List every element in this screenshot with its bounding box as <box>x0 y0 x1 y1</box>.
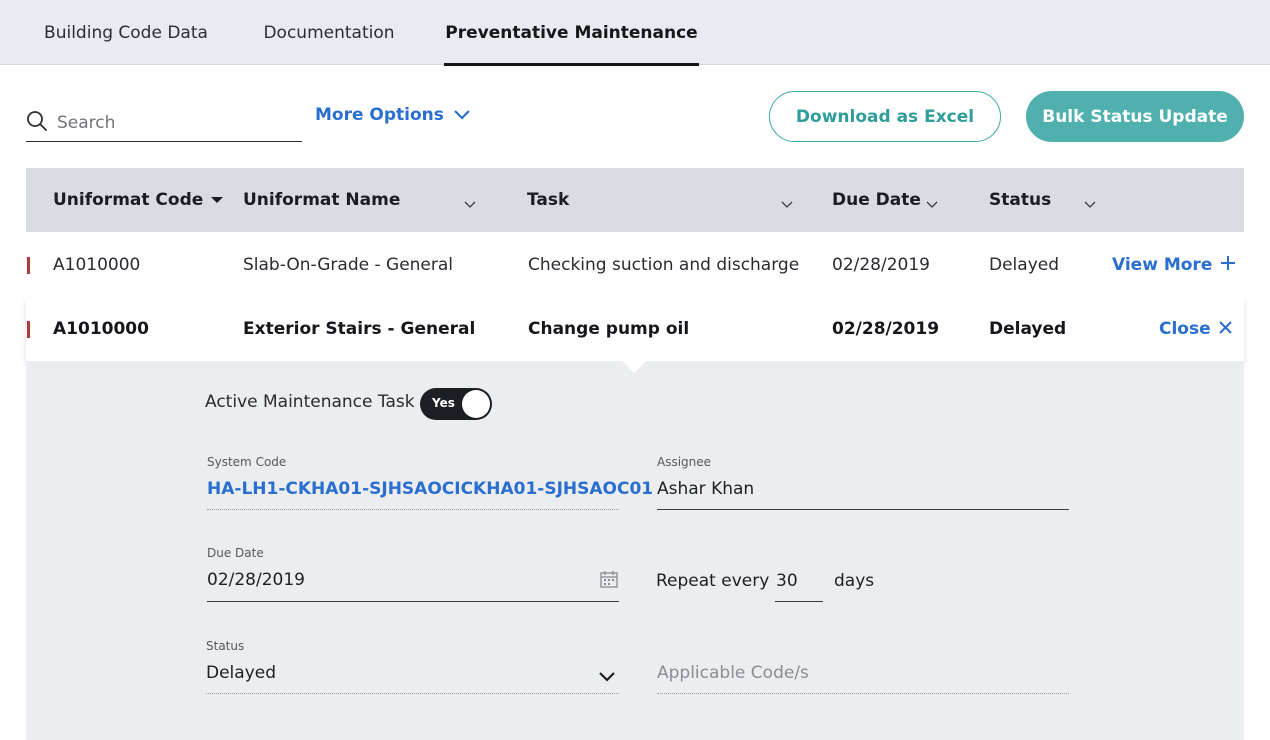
search-icon <box>26 110 48 136</box>
chevron-down-icon <box>444 105 470 125</box>
column-header-label: Uniformat Name <box>243 190 401 210</box>
table-row[interactable]: A1010000 Slab-On-Grade - General Checkin… <box>26 233 1244 297</box>
sort-caret-icon <box>211 197 224 203</box>
system-code-label: System Code <box>207 455 287 469</box>
column-header-label: Due Date <box>832 190 921 210</box>
tab-preventative-maintenance[interactable]: Preventative Maintenance <box>444 0 699 66</box>
system-code-underline <box>207 509 619 510</box>
cell-due-date: 02/28/2019 <box>832 255 930 275</box>
status-underline <box>206 693 619 694</box>
chevron-down-icon <box>926 194 938 214</box>
due-date-label: Due Date <box>207 546 264 560</box>
system-code-link[interactable]: HA-LH1-CKHA01-SJHSAOCICKHA01-SJHSAOC01 <box>207 479 653 499</box>
close-button[interactable]: Close <box>1159 297 1232 361</box>
view-more-button[interactable]: View More <box>1112 233 1236 297</box>
repeat-days-underline <box>775 601 823 602</box>
cell-uniformat-code: A1010000 <box>53 255 141 275</box>
column-header-status[interactable]: Status <box>989 168 1129 232</box>
due-date-field[interactable]: 02/28/2019 <box>207 570 305 590</box>
column-header-label: Task <box>527 190 570 210</box>
plus-icon <box>1212 255 1236 276</box>
cell-uniformat-code: A1010000 <box>53 319 149 339</box>
chevron-down-icon <box>781 194 793 214</box>
active-task-label: Active Maintenance Task <box>205 392 415 412</box>
tab-building-code-data[interactable]: Building Code Data <box>30 0 222 65</box>
assignee-label: Assignee <box>657 455 712 469</box>
download-excel-button[interactable]: Download as Excel <box>769 91 1001 142</box>
chevron-down-icon[interactable] <box>598 668 616 687</box>
column-header-uniformat-name[interactable]: Uniformat Name <box>243 168 498 232</box>
tab-documentation[interactable]: Documentation <box>244 0 414 65</box>
applicable-codes-field[interactable]: Applicable Code/s <box>657 663 809 683</box>
repeat-every-label: Repeat every <box>656 571 770 591</box>
view-more-label: View More <box>1112 255 1213 275</box>
status-select[interactable]: Delayed <box>206 663 276 683</box>
assignee-underline <box>657 509 1069 510</box>
detail-pointer <box>622 361 646 373</box>
chevron-down-icon <box>1084 194 1096 214</box>
cell-status: Delayed <box>989 319 1067 339</box>
calendar-icon[interactable] <box>599 569 619 593</box>
column-header-label: Status <box>989 190 1052 210</box>
column-header-label: Uniformat Code <box>53 190 204 210</box>
chevron-down-icon <box>464 194 476 214</box>
cell-task: Checking suction and discharge <box>528 255 800 275</box>
cell-task: Change pump oil <box>528 319 690 339</box>
cell-uniformat-name: Slab-On-Grade - General <box>243 255 454 275</box>
applicable-codes-underline <box>657 693 1069 694</box>
more-options-button[interactable]: More Options <box>315 101 470 129</box>
toggle-knob <box>462 390 490 418</box>
column-header-uniformat-code[interactable]: Uniformat Code <box>53 168 224 232</box>
search-input[interactable] <box>57 112 287 133</box>
row-status-marker <box>27 257 30 274</box>
search-box <box>26 104 302 142</box>
active-task-toggle[interactable]: Yes <box>420 388 492 420</box>
row-status-marker <box>27 321 30 338</box>
assignee-field[interactable]: Ashar Khan <box>657 479 754 499</box>
table-row-expanded[interactable]: A1010000 Exterior Stairs - General Chang… <box>26 297 1244 361</box>
cell-due-date: 02/28/2019 <box>832 319 940 339</box>
status-label: Status <box>206 639 245 653</box>
close-icon <box>1211 319 1232 339</box>
close-label: Close <box>1159 319 1211 339</box>
cell-status: Delayed <box>989 255 1060 275</box>
cell-uniformat-name: Exterior Stairs - General <box>243 319 476 339</box>
toggle-text: Yes <box>432 396 455 410</box>
bulk-status-update-button[interactable]: Bulk Status Update <box>1026 91 1244 142</box>
column-header-task[interactable]: Task <box>527 168 797 232</box>
table-header: Uniformat Code Uniformat Name Task Due D… <box>26 168 1244 232</box>
column-header-due-date[interactable]: Due Date <box>832 168 972 232</box>
repeat-unit-label: days <box>834 571 875 591</box>
due-date-underline <box>207 601 619 602</box>
more-options-label: More Options <box>315 105 444 125</box>
tab-bar: Building Code Data Documentation Prevent… <box>0 0 1270 66</box>
repeat-days-input[interactable]: 30 <box>776 571 798 591</box>
